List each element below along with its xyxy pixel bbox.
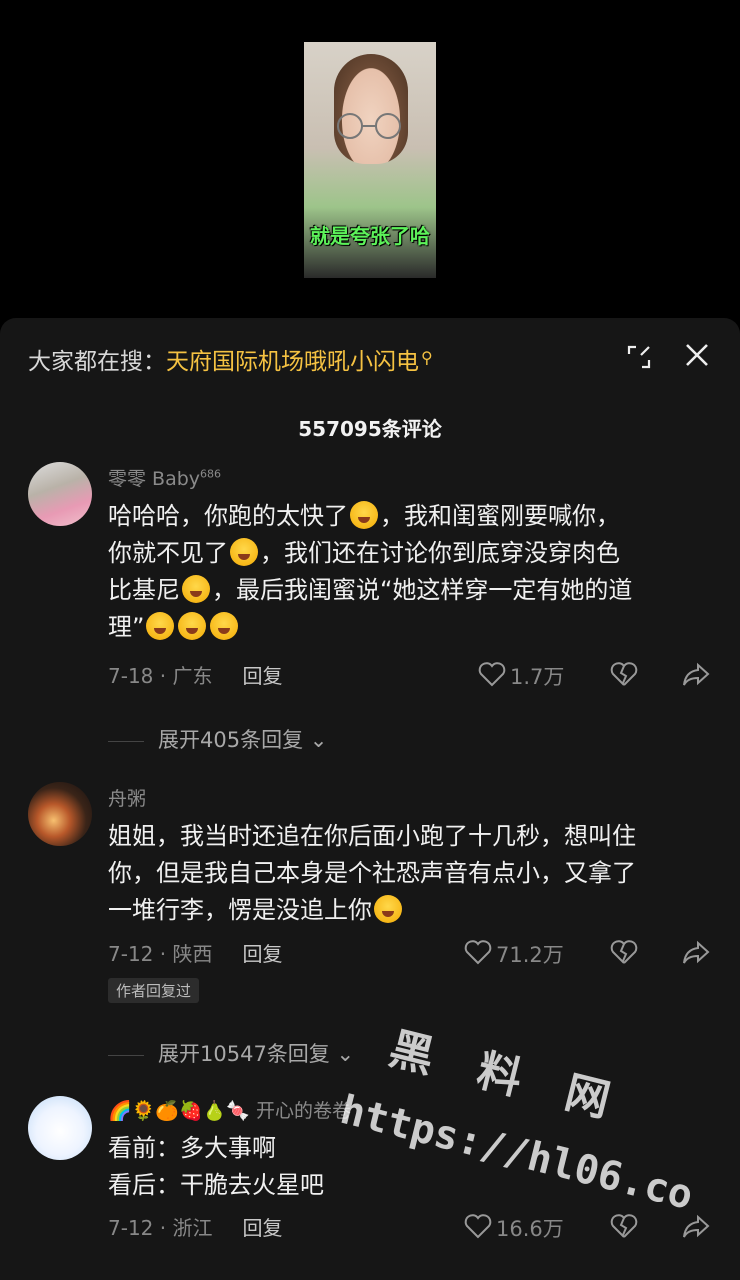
comment-meta: 7-12 · 陕西 回复 xyxy=(108,942,283,966)
broken-heart-icon[interactable] xyxy=(610,661,638,687)
laughing-crying-emoji xyxy=(374,895,402,923)
search-prefix: 大家都在搜： xyxy=(28,349,166,375)
video-caption: 就是夸张了哈 xyxy=(310,224,430,248)
comment-author[interactable]: 舟粥 xyxy=(108,784,146,811)
like-count: 71.2万 xyxy=(496,943,564,967)
broken-heart-icon[interactable] xyxy=(610,939,638,965)
laughing-crying-emoji xyxy=(178,612,207,640)
laughing-crying-emoji xyxy=(146,612,175,640)
search-term[interactable]: 天府国际机场哦吼小闪电 xyxy=(166,349,419,375)
reply-button[interactable]: 回复 xyxy=(242,1216,282,1240)
comment-count: 557095条评论 xyxy=(298,417,442,441)
divider xyxy=(108,740,144,742)
comment-author[interactable]: 🌈🌻🍊🍓🍐🍬 开心的卷卷 xyxy=(108,1096,351,1123)
laughing-crying-emoji xyxy=(182,575,210,603)
share-icon[interactable] xyxy=(682,939,710,965)
comment-meta: 7-18 · 广东 回复 xyxy=(108,664,283,688)
like-count: 16.6万 xyxy=(496,1217,564,1241)
expand-replies-button[interactable]: 展开405条回复 ⌄ xyxy=(108,724,327,754)
expand-replies-button[interactable]: 展开10547条回复 ⌄ xyxy=(108,1038,354,1068)
avatar[interactable] xyxy=(28,1096,92,1160)
reply-button[interactable]: 回复 xyxy=(242,664,282,688)
comment-text: 看前：多大事啊 看后：干脆去火星吧 xyxy=(108,1134,324,1199)
laughing-crying-emoji xyxy=(350,501,378,529)
laughing-crying-emoji xyxy=(210,612,239,640)
expand-icon[interactable] xyxy=(627,345,651,369)
share-icon[interactable] xyxy=(682,1213,710,1239)
avatar[interactable] xyxy=(28,462,92,526)
person-face xyxy=(334,54,408,164)
broken-heart-icon[interactable] xyxy=(610,1213,638,1239)
comment-text: 姐姐，我当时还追在你后面小跑了十几秒，想叫住 你，但是我自己本身是个社恐声音有点… xyxy=(108,822,636,924)
heart-icon[interactable] xyxy=(478,661,506,687)
close-icon[interactable] xyxy=(684,342,710,368)
reply-button[interactable]: 回复 xyxy=(242,942,282,966)
chevron-down-icon: ⌄ xyxy=(329,1042,355,1066)
chevron-down-icon: ⌄ xyxy=(303,728,328,752)
rofl-emoji xyxy=(230,538,258,566)
comment-panel: 大家都在搜：天府国际机场哦吼小闪电 ⚲ 557095条评论 零零 Baby686 … xyxy=(0,318,740,1280)
comment-author[interactable]: 零零 Baby686 xyxy=(108,464,221,491)
search-icon: ⚲ xyxy=(421,348,433,367)
glasses-graphic xyxy=(337,113,401,139)
heart-icon[interactable] xyxy=(464,939,492,965)
comment-text: 哈哈哈，你跑的太快了 ，我和闺蜜刚要喊你， 你就不见了 ，我们还在讨论你到底穿没穿肉… xyxy=(108,501,633,641)
video-player[interactable]: 就是夸张了哈 xyxy=(304,42,436,278)
comment-meta: 7-12 · 浙江 回复 xyxy=(108,1216,283,1240)
divider xyxy=(108,1054,144,1056)
author-replied-badge: 作者回复过 xyxy=(108,978,200,1003)
search-suggestion[interactable]: 大家都在搜：天府国际机场哦吼小闪电 ⚲ xyxy=(28,342,433,376)
avatar[interactable] xyxy=(28,782,92,846)
like-count: 1.7万 xyxy=(510,665,565,689)
share-icon[interactable] xyxy=(682,661,710,687)
heart-icon[interactable] xyxy=(464,1213,492,1239)
